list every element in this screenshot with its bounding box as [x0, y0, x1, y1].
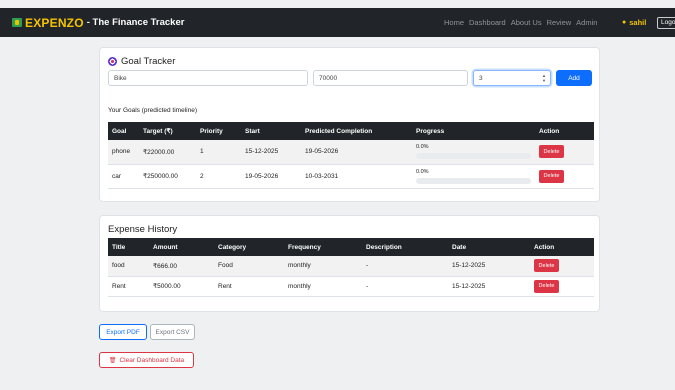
money-icon [12, 18, 22, 27]
category-cell: Rent [214, 276, 284, 297]
col-date: Date [448, 238, 530, 256]
col-amount: Amount [149, 238, 214, 256]
export-csv-button[interactable]: Export CSV [150, 324, 195, 340]
frequency-cell: monthly [284, 256, 362, 277]
logout-button[interactable]: Logout [657, 17, 675, 29]
date-cell: 15-12-2025 [448, 276, 530, 297]
completion-cell: 19-05-2026 [301, 140, 412, 165]
col-priority: Priority [196, 122, 241, 140]
col-action: Action [530, 238, 594, 256]
expense-history-card: Expense History Title Amount Category Fr… [99, 215, 600, 312]
goal-cell: car [108, 164, 139, 189]
brand-name: EXPENZO [25, 15, 84, 30]
delete-expense-button[interactable]: Delete [534, 279, 559, 293]
user-menu[interactable]: ● sahil [622, 8, 646, 37]
user-icon: ● [622, 19, 627, 26]
navbar: EXPENZO - The Finance Tracker Home Dashb… [0, 8, 675, 37]
col-action: Action [535, 122, 594, 140]
description-cell: - [362, 256, 448, 277]
col-category: Category [214, 238, 284, 256]
delete-goal-button[interactable]: Delete [539, 145, 564, 159]
priority-cell: 2 [196, 164, 241, 189]
amount-cell: ₹5000.00 [149, 276, 214, 297]
description-cell: - [362, 276, 448, 297]
progress-bar [416, 177, 531, 184]
col-predicted-completion: Predicted Completion [301, 122, 412, 140]
col-target: Target (₹) [139, 122, 196, 140]
frequency-cell: monthly [284, 276, 362, 297]
clear-dashboard-label: Clear Dashboard Data [119, 356, 185, 364]
stepper-icon[interactable]: ▲ ▼ [542, 73, 546, 83]
nav-link-review[interactable]: Review [547, 18, 572, 27]
col-title: Title [108, 238, 149, 256]
brand[interactable]: EXPENZO - The Finance Tracker [12, 16, 184, 30]
target-cell: ₹250000.00 [139, 164, 196, 189]
col-progress: Progress [412, 122, 535, 140]
progress-text: 0.0% [416, 144, 429, 151]
action-cell: Delete [535, 164, 594, 189]
goal-tracker-card: Goal Tracker Bike 70000 3 ▲ ▼ Add Your Go… [99, 47, 600, 202]
expense-table: Title Amount Category Frequency Descript… [108, 238, 594, 297]
date-cell: 15-12-2025 [448, 256, 530, 277]
goals-table-header: Goal Target (₹) Priority Start Predicted… [108, 122, 594, 140]
target-icon [108, 57, 117, 66]
start-cell: 19-05-2026 [241, 164, 301, 189]
expense-history-title: Expense History [108, 224, 178, 235]
add-goal-button[interactable]: Add [556, 70, 592, 86]
progress-text: 0.0% [416, 168, 429, 175]
goal-tracker-title-text: Goal Tracker [121, 56, 176, 67]
amount-cell: ₹666.00 [149, 256, 214, 277]
col-start: Start [241, 122, 301, 140]
nav-link-about[interactable]: About Us [511, 18, 542, 27]
col-goal: Goal [108, 122, 139, 140]
nav-link-dashboard[interactable]: Dashboard [469, 18, 506, 27]
goal-priority-input[interactable]: 3 ▲ ▼ [473, 70, 551, 86]
goal-name-input[interactable]: Bike [108, 70, 308, 86]
table-row: food ₹666.00 Food monthly - 15-12-2025 D… [108, 256, 594, 277]
table-row: phone ₹22000.00 1 15-12-2025 19-05-2026 … [108, 140, 594, 165]
progress-cell: 0.0% [412, 164, 535, 189]
nav-links: Home Dashboard About Us Review Admin [444, 8, 602, 37]
delete-expense-button[interactable]: Delete [534, 259, 559, 273]
progress-bar [416, 153, 531, 160]
start-cell: 15-12-2025 [241, 140, 301, 165]
goal-priority-value: 3 [479, 74, 483, 82]
target-cell: ₹22000.00 [139, 140, 196, 165]
delete-goal-button[interactable]: Delete [539, 169, 564, 183]
category-cell: Food [214, 256, 284, 277]
nav-link-admin[interactable]: Admin [576, 18, 597, 27]
completion-cell: 10-03-2031 [301, 164, 412, 189]
clear-dashboard-button[interactable]: 🗑 Clear Dashboard Data [99, 352, 194, 368]
export-pdf-button[interactable]: Export PDF [99, 324, 147, 340]
title-cell: Rent [108, 276, 149, 297]
goals-subtitle: Your Goals (predicted timeline) [108, 107, 197, 114]
col-frequency: Frequency [284, 238, 362, 256]
goal-tracker-title: Goal Tracker [108, 56, 175, 67]
user-name: sahil [629, 18, 647, 27]
action-cell: Delete [530, 256, 594, 277]
trash-icon: 🗑 [108, 357, 117, 364]
action-cell: Delete [530, 276, 594, 297]
goals-table: Goal Target (₹) Priority Start Predicted… [108, 122, 594, 189]
action-cell: Delete [535, 140, 594, 165]
goal-cell: phone [108, 140, 139, 165]
progress-cell: 0.0% [412, 140, 535, 165]
brand-subtitle: - The Finance Tracker [86, 17, 185, 28]
goal-amount-input[interactable]: 70000 [313, 70, 468, 86]
table-row: Rent ₹5000.00 Rent monthly - 15-12-2025 … [108, 276, 594, 297]
title-cell: food [108, 256, 149, 277]
expense-table-header: Title Amount Category Frequency Descript… [108, 238, 594, 256]
table-row: car ₹250000.00 2 19-05-2026 10-03-2031 0… [108, 164, 594, 189]
nav-link-home[interactable]: Home [444, 18, 464, 27]
col-description: Description [362, 238, 448, 256]
priority-cell: 1 [196, 140, 241, 165]
